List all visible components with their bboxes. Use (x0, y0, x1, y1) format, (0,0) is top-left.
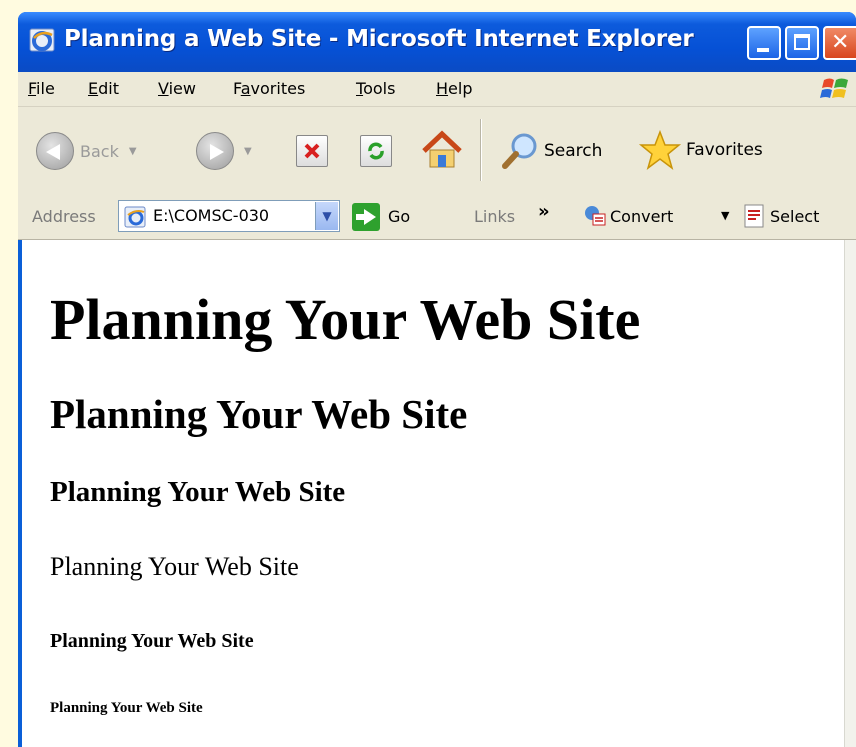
address-dropdown-icon[interactable]: ▼ (315, 202, 338, 230)
page-content: Planning Your Web Site Planning Your Web… (22, 240, 844, 747)
menu-file[interactable]: File (28, 79, 55, 98)
ie-logo-icon (29, 28, 55, 52)
menu-edit[interactable]: Edit (88, 79, 119, 98)
close-button[interactable]: ✕ (823, 26, 856, 60)
select-button[interactable]: Select (770, 207, 819, 226)
menu-favorites[interactable]: Favorites (233, 79, 305, 98)
standard-toolbar: Back ▼ ▼ Search Favorites (18, 107, 856, 196)
refresh-icon (360, 135, 392, 167)
stop-button[interactable] (296, 135, 328, 167)
forward-arrow-icon (196, 132, 234, 170)
refresh-button[interactable] (360, 135, 392, 167)
convert-button[interactable]: Convert (610, 207, 673, 226)
links-label[interactable]: Links (474, 207, 515, 226)
heading-1: Planning Your Web Site (50, 287, 641, 352)
heading-5: Planning Your Web Site (50, 630, 254, 652)
toolbar-separator (480, 119, 482, 181)
maximize-button[interactable] (785, 26, 819, 60)
address-bar: Address E:\COMSC-030 ▼ Go Links » Conver… (18, 195, 856, 240)
back-button[interactable]: Back ▼ (36, 132, 137, 170)
stop-icon (296, 135, 328, 167)
address-label: Address (32, 207, 96, 226)
back-label: Back (80, 141, 119, 161)
heading-2: Planning Your Web Site (50, 391, 468, 437)
links-chevron-icon[interactable]: » (538, 201, 550, 222)
minimize-button[interactable] (747, 26, 781, 60)
heading-3: Planning Your Web Site (50, 476, 346, 508)
home-icon (422, 130, 462, 168)
forward-dropdown-icon: ▼ (244, 145, 252, 157)
heading-4: Planning Your Web Site (50, 552, 299, 581)
select-pdf-icon (744, 204, 764, 228)
back-dropdown-icon: ▼ (128, 145, 137, 157)
heading-6: Planning Your Web Site (50, 700, 203, 716)
browser-window: Planning a Web Site - Microsoft Internet… (18, 12, 856, 747)
back-arrow-icon (36, 132, 74, 170)
favorites-button[interactable]: Favorites (638, 129, 763, 171)
favorites-label: Favorites (686, 140, 763, 160)
search-icon (502, 133, 537, 169)
go-arrow-icon[interactable] (352, 203, 380, 231)
convert-dropdown-icon[interactable]: ▼ (721, 209, 729, 222)
home-button[interactable] (420, 129, 464, 171)
address-value: E:\COMSC-030 (153, 206, 270, 225)
menu-tools[interactable]: Tools (356, 79, 395, 98)
vertical-scrollbar[interactable] (844, 240, 856, 747)
favorites-star-icon (638, 129, 682, 170)
windows-logo-icon (820, 78, 848, 98)
close-icon: ✕ (831, 30, 850, 55)
go-button[interactable]: Go (388, 207, 410, 226)
address-input[interactable]: E:\COMSC-030 ▼ (118, 200, 340, 232)
search-label: Search (544, 141, 603, 161)
window-title: Planning a Web Site - Microsoft Internet… (64, 26, 694, 52)
convert-pdf-icon (585, 206, 606, 226)
menu-bar: File Edit View Favorites Tools Help (18, 72, 856, 107)
search-button[interactable]: Search (500, 131, 602, 171)
title-bar[interactable]: Planning a Web Site - Microsoft Internet… (18, 12, 856, 72)
menu-view[interactable]: View (158, 79, 196, 98)
page-icon (124, 206, 146, 228)
forward-button[interactable]: ▼ (196, 132, 252, 170)
menu-help[interactable]: Help (436, 79, 472, 98)
